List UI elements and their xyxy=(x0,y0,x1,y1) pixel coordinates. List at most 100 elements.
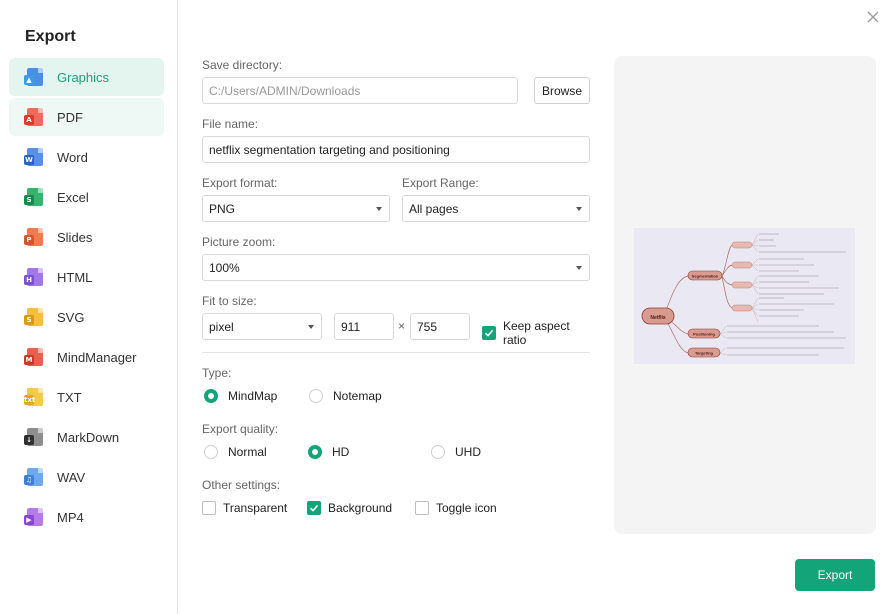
file-fold xyxy=(38,68,43,73)
file-fold xyxy=(38,348,43,353)
sidebar-item-excel[interactable]: S Excel xyxy=(9,178,164,216)
divider xyxy=(202,352,590,353)
file-fold xyxy=(38,188,43,193)
graphics-file-icon: ▲ xyxy=(24,68,43,86)
file-badge: ♫ xyxy=(24,475,34,485)
excel-file-icon: S xyxy=(24,188,43,206)
sidebar-item-mindmanager[interactable]: M MindManager xyxy=(9,338,164,376)
export-format-select[interactable]: PNG xyxy=(202,195,390,222)
sidebar-item-pdf[interactable]: A PDF xyxy=(9,98,164,136)
type-mindmap-label: MindMap xyxy=(228,389,278,403)
export-range-select[interactable]: All pages xyxy=(402,195,590,222)
type-notemap-label: Notemap xyxy=(333,389,382,403)
quality-normal-label: Normal xyxy=(228,445,267,459)
preview-branch-2: Positioning xyxy=(693,332,715,337)
txt-file-icon: txt xyxy=(24,388,43,406)
sidebar-item-word[interactable]: W Word xyxy=(9,138,164,176)
sidebar-item-wav[interactable]: ♫ WAV xyxy=(9,458,164,496)
toggle-icon-label: Toggle icon xyxy=(436,501,497,515)
keep-aspect-checkbox[interactable]: Keep aspect ratio xyxy=(482,319,596,347)
sidebar-item-markdown[interactable]: ↓ MarkDown xyxy=(9,418,164,456)
fit-unit-select[interactable]: pixel xyxy=(202,313,322,340)
type-label: Type: xyxy=(202,366,232,380)
file-badge: W xyxy=(24,155,34,165)
file-fold xyxy=(38,268,43,273)
sidebar-item-label: MP4 xyxy=(57,509,84,525)
pdf-file-icon: A xyxy=(24,108,43,126)
format-list: ▲ Graphics A PDF W Word S Excel P Slides H HTML S SVG… xyxy=(9,58,164,538)
mindmap-thumbnail: Netflix Segmentation Positioning Targeti… xyxy=(641,233,846,358)
file-badge: H xyxy=(24,275,34,285)
sidebar-item-mp4[interactable]: ▶ MP4 xyxy=(9,498,164,536)
export-format-label: Export format: xyxy=(202,176,278,190)
file-badge: ▲ xyxy=(24,75,34,85)
sidebar-item-txt[interactable]: txt TXT xyxy=(9,378,164,416)
export-dialog: Export ▲ Graphics A PDF W Word S Excel P Slides H H… xyxy=(0,0,894,614)
file-fold xyxy=(38,308,43,313)
width-input[interactable] xyxy=(334,313,394,340)
save-directory-input[interactable] xyxy=(202,77,518,104)
export-range-value: All pages xyxy=(409,201,459,216)
chevron-down-icon xyxy=(376,207,382,211)
sidebar-item-label: Word xyxy=(57,149,88,165)
file-name-input[interactable] xyxy=(202,136,590,163)
file-fold xyxy=(38,388,43,393)
wav-file-icon: ♫ xyxy=(24,468,43,486)
file-badge: M xyxy=(24,355,34,365)
export-range-label: Export Range: xyxy=(402,176,479,190)
sidebar-item-label: TXT xyxy=(57,389,82,405)
picture-zoom-label: Picture zoom: xyxy=(202,235,276,249)
chevron-down-icon xyxy=(576,266,582,270)
save-directory-label: Save directory: xyxy=(202,58,283,72)
check-icon xyxy=(484,329,494,337)
picture-zoom-select[interactable]: 100% xyxy=(202,254,590,281)
preview-branch-1: Segmentation xyxy=(692,274,719,279)
svg-file-icon: S xyxy=(24,308,43,326)
check-icon xyxy=(309,504,319,512)
sidebar-item-slides[interactable]: P Slides xyxy=(9,218,164,256)
file-badge: txt xyxy=(24,395,36,405)
height-input[interactable] xyxy=(410,313,470,340)
browse-button[interactable]: Browse xyxy=(534,77,590,104)
quality-uhd-label: UHD xyxy=(455,445,481,459)
format-sidebar: Export ▲ Graphics A PDF W Word S Excel P Slides H H… xyxy=(0,0,178,614)
sidebar-item-label: MindManager xyxy=(57,349,137,365)
sidebar-item-svg[interactable]: S SVG xyxy=(9,298,164,336)
sidebar-item-label: HTML xyxy=(57,269,93,285)
background-label: Background xyxy=(328,501,393,515)
export-button[interactable]: Export xyxy=(795,559,875,591)
sidebar-item-label: MarkDown xyxy=(57,429,120,445)
sidebar-item-html[interactable]: H HTML xyxy=(9,258,164,296)
file-badge: ▶ xyxy=(24,515,34,525)
quality-uhd-radio[interactable]: UHD xyxy=(431,445,481,459)
mindmanager-file-icon: M xyxy=(24,348,43,366)
transparent-checkbox[interactable]: Transparent xyxy=(202,501,287,515)
type-mindmap-radio[interactable]: MindMap xyxy=(204,389,277,403)
word-file-icon: W xyxy=(24,148,43,166)
file-fold xyxy=(38,228,43,233)
file-name-label: File name: xyxy=(202,117,259,131)
background-checkbox[interactable]: Background xyxy=(307,501,392,515)
keep-aspect-label: Keep aspect ratio xyxy=(502,319,570,347)
file-badge: S xyxy=(24,315,34,325)
type-notemap-radio[interactable]: Notemap xyxy=(309,389,382,403)
sidebar-item-label: PDF xyxy=(57,109,83,125)
preview-branch-3: Targeting xyxy=(695,351,713,356)
sidebar-item-label: WAV xyxy=(57,469,86,485)
quality-hd-label: HD xyxy=(332,445,350,459)
chevron-down-icon xyxy=(308,325,314,329)
close-icon xyxy=(867,11,879,23)
export-format-value: PNG xyxy=(209,201,236,216)
sidebar-item-label: Slides xyxy=(57,229,93,245)
dialog-title: Export xyxy=(25,28,76,45)
export-quality-label: Export quality: xyxy=(202,422,279,436)
toggle-icon-checkbox[interactable]: Toggle icon xyxy=(415,501,497,515)
quality-normal-radio[interactable]: Normal xyxy=(204,445,267,459)
markdown-file-icon: ↓ xyxy=(24,428,43,446)
close-button[interactable] xyxy=(866,10,880,24)
quality-hd-radio[interactable]: HD xyxy=(308,445,349,459)
picture-zoom-value: 100% xyxy=(209,260,240,275)
sidebar-item-graphics[interactable]: ▲ Graphics xyxy=(9,58,164,96)
other-settings-label: Other settings: xyxy=(202,478,281,492)
html-file-icon: H xyxy=(24,268,43,286)
